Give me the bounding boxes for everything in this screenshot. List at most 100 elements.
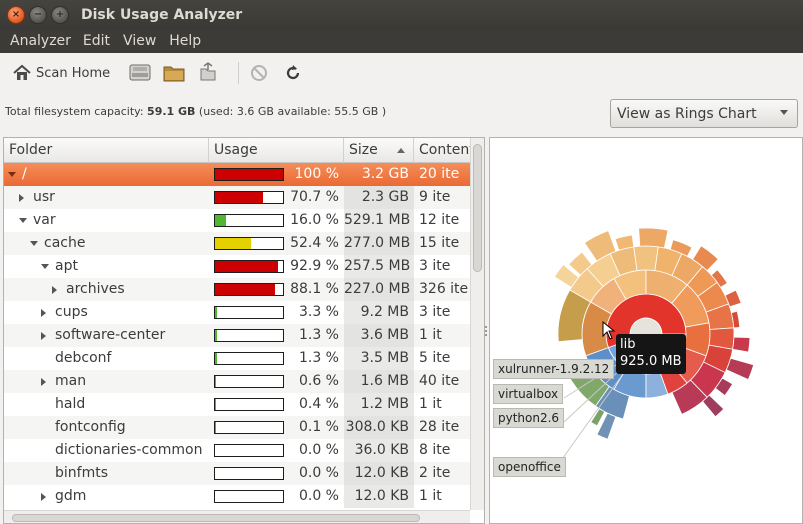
usage-percent: 0.0 % — [298, 465, 339, 481]
contents-cell: 3 ite — [419, 304, 451, 320]
ring-segment[interactable] — [725, 357, 755, 381]
scan-home-button[interactable]: Scan Home — [10, 58, 116, 88]
close-button[interactable]: × — [7, 5, 25, 24]
expander-closed-icon[interactable] — [41, 493, 46, 501]
vertical-scrollbar[interactable] — [470, 138, 484, 510]
tree-row[interactable]: cups 3.3 % 9.2 MB 3 ite — [4, 301, 470, 324]
tree-row[interactable]: fontconfig 0.1 % 308.0 KB 28 ite — [4, 416, 470, 439]
usage-percent: 0.6 % — [298, 373, 339, 389]
menu-edit[interactable]: Edit — [78, 33, 118, 49]
expander-closed-icon[interactable] — [52, 286, 57, 294]
expander-open-icon[interactable] — [30, 241, 38, 246]
scan-filesystem-button[interactable] — [128, 61, 152, 85]
expander-open-icon[interactable] — [41, 264, 49, 269]
ring-segment[interactable] — [633, 245, 659, 272]
tree-row[interactable]: dictionaries-common 0.0 % 36.0 KB 8 ite — [4, 439, 470, 462]
usage-percent: 1.3 % — [298, 350, 339, 366]
expander-closed-icon[interactable] — [41, 309, 46, 317]
column-header-folder[interactable]: Folder — [4, 138, 209, 163]
title-bar: × − + Disk Usage Analyzer — [0, 0, 803, 29]
usage-bar-fill — [215, 376, 216, 387]
usage-cell: 0.0 % — [209, 485, 344, 508]
chart-tooltip: lib 925.0 MB — [616, 334, 686, 374]
usage-percent: 92.9 % — [290, 258, 339, 274]
folder-cell: software-center — [4, 324, 209, 347]
column-header-size-label: Size — [349, 142, 378, 158]
refresh-button[interactable] — [281, 61, 305, 85]
ring-segment[interactable] — [702, 394, 725, 418]
ring-label-xulrunner: xulrunner-1.9.2.12 — [493, 359, 615, 379]
scan-home-label: Scan Home — [36, 65, 111, 81]
usage-cell: 0.6 % — [209, 370, 344, 393]
vertical-scrollbar-thumb[interactable] — [473, 144, 482, 272]
column-header-size[interactable]: Size — [344, 138, 414, 163]
tree-row[interactable]: apt 92.9 % 257.5 MB 3 ite — [4, 255, 470, 278]
contents-cell: 9 ite — [419, 189, 451, 205]
usage-cell: 0.1 % — [209, 416, 344, 439]
pane-divider-handle[interactable] — [485, 326, 488, 338]
folder-tree: Folder Usage Size Contents / 100 % 3.2 GB 2… — [3, 137, 485, 524]
usage-percent: 0.4 % — [298, 396, 339, 412]
menu-analyzer[interactable]: Analyzer — [0, 33, 78, 49]
usage-percent: 0.0 % — [298, 442, 339, 458]
tree-row[interactable]: debconf 1.3 % 3.5 MB 5 ite — [4, 347, 470, 370]
folder-cell: debconf — [4, 347, 209, 370]
tree-row[interactable]: man 0.6 % 1.6 MB 40 ite — [4, 370, 470, 393]
scan-remote-folder-button[interactable] — [196, 61, 220, 85]
sort-ascending-icon — [397, 148, 405, 153]
expander-open-icon[interactable] — [8, 172, 16, 177]
scan-folder-button[interactable] — [162, 61, 186, 85]
folder-name: archives — [66, 281, 125, 297]
contents-cell: 1 it — [419, 488, 442, 504]
tree-row[interactable]: binfmts 0.0 % 12.0 KB 2 ite — [4, 462, 470, 485]
toolbar-separator — [238, 62, 240, 84]
usage-bar-fill — [215, 422, 216, 433]
expander-closed-icon[interactable] — [41, 378, 46, 386]
usage-bar-fill — [215, 261, 278, 272]
horizontal-scrollbar-thumb[interactable] — [12, 514, 420, 522]
folder-icon — [163, 66, 185, 82]
contents-cell: 40 ite — [419, 373, 460, 389]
tree-row[interactable]: software-center 1.3 % 3.6 MB 1 it — [4, 324, 470, 347]
usage-cell: 92.9 % — [209, 255, 344, 278]
tree-row[interactable]: gdm 0.0 % 12.0 KB 1 it — [4, 485, 470, 508]
expander-closed-icon[interactable] — [19, 194, 24, 202]
menu-help[interactable]: Help — [164, 33, 209, 49]
usage-bar-fill — [215, 192, 263, 203]
usage-cell: 0.0 % — [209, 439, 344, 462]
expander-closed-icon[interactable] — [41, 332, 46, 340]
usage-percent: 88.1 % — [290, 281, 339, 297]
column-header-contents[interactable]: Contents — [414, 138, 470, 163]
horizontal-scrollbar[interactable] — [4, 510, 470, 523]
drive-icon — [129, 64, 151, 81]
ring-label-openoffice: openoffice — [493, 457, 566, 477]
contents-cell: 8 ite — [419, 442, 451, 458]
column-header-usage[interactable]: Usage — [209, 138, 344, 163]
folder-name: cache — [44, 235, 86, 251]
usage-percent: 16.0 % — [290, 212, 339, 228]
maximize-button[interactable]: + — [51, 5, 69, 24]
folder-cell: gdm — [4, 485, 209, 508]
size-cell: 1.2 MB — [344, 393, 414, 416]
tree-row[interactable]: usr 70.7 % 2.3 GB 9 ite — [4, 186, 470, 209]
expander-open-icon[interactable] — [19, 218, 27, 223]
ring-segment[interactable] — [638, 227, 669, 249]
usage-bar-fill — [215, 238, 251, 249]
menu-view[interactable]: View — [118, 33, 164, 49]
ring-segment[interactable] — [732, 336, 751, 353]
contents-cell: 15 ite — [419, 235, 460, 251]
tree-row[interactable]: cache 52.4 % 277.0 MB 15 ite — [4, 232, 470, 255]
tree-row[interactable]: hald 0.4 % 1.2 MB 1 it — [4, 393, 470, 416]
view-mode-select[interactable]: View as Rings Chart — [610, 99, 798, 128]
stop-button[interactable] — [247, 61, 271, 85]
size-cell: 2.3 GB — [344, 186, 414, 209]
tree-row[interactable]: archives 88.1 % 227.0 MB 326 ite — [4, 278, 470, 301]
tree-row[interactable]: / 100 % 3.2 GB 20 ite — [4, 163, 470, 186]
usage-bar-fill — [215, 284, 275, 295]
usage-bar — [214, 237, 284, 250]
size-cell: 529.1 MB — [344, 209, 414, 232]
tree-row[interactable]: var 16.0 % 529.1 MB 12 ite — [4, 209, 470, 232]
folder-name: man — [55, 373, 87, 389]
minimize-button[interactable]: − — [29, 5, 47, 24]
folder-cell: dictionaries-common — [4, 439, 209, 462]
